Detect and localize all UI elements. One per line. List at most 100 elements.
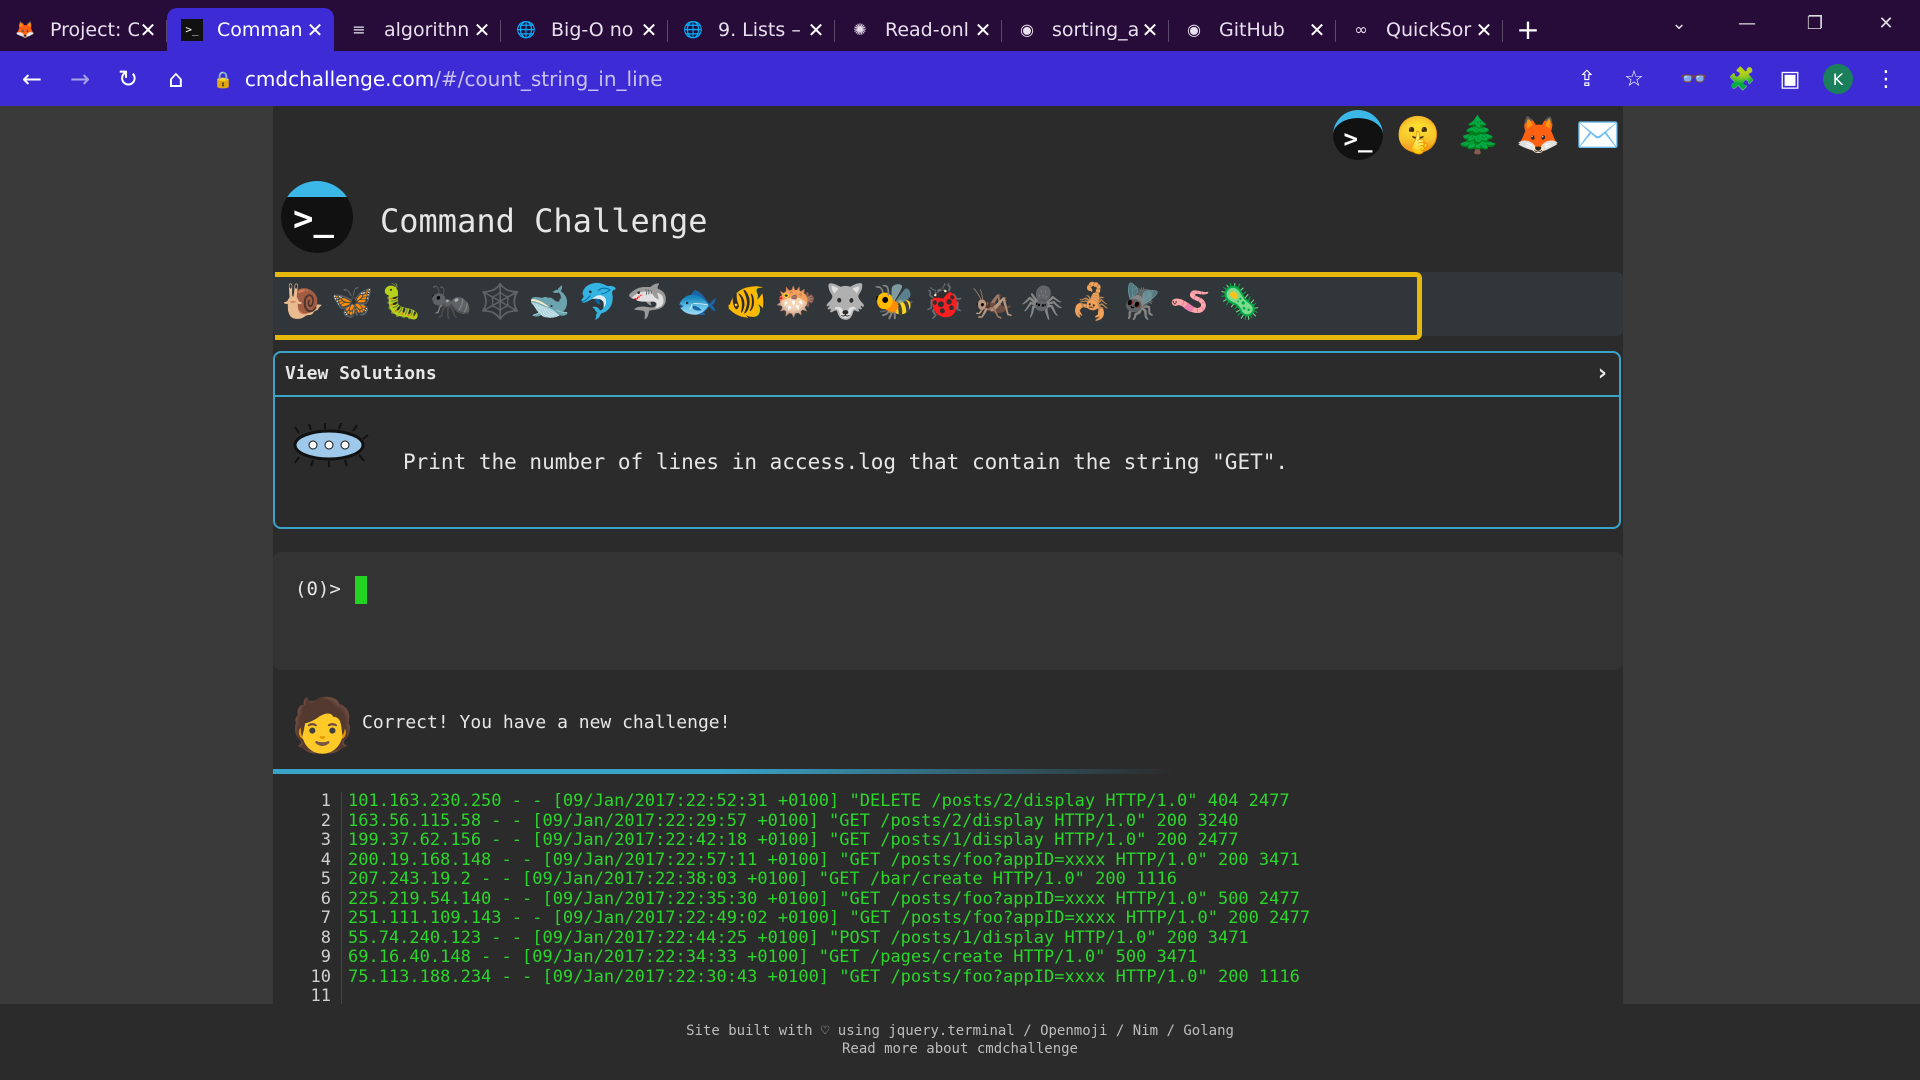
log-text: 101.163.230.250 - - [09/Jan/2017:22:52:3… (341, 791, 1290, 812)
restore-button[interactable]: ❐ (1781, 0, 1849, 46)
menu-kebab-icon[interactable]: ⋮ (1866, 59, 1906, 99)
url-bar[interactable]: 🔒 cmdchallenge.com/#/count_string_in_lin… (213, 59, 1673, 99)
terminal-logo-icon[interactable]: >_ (1333, 110, 1383, 160)
challenge-animal-icon[interactable]: 🦋 (330, 280, 374, 324)
line-number: 2 (320, 810, 331, 831)
tab-search-icon[interactable]: ⌄ (1645, 0, 1713, 46)
close-tab-icon[interactable]: ✕ (1308, 18, 1326, 42)
challenge-animal-icon[interactable]: 🐋 (528, 280, 572, 324)
site-logo[interactable]: >_ (281, 181, 353, 253)
log-line: 10 75.113.188.234 - - [09/Jan/2017:22:30:… (273, 966, 1623, 987)
challenge-animal-icon[interactable]: 🕷️ (1021, 280, 1065, 324)
line-number: 3 (320, 830, 331, 850)
social-links: >_ 🤫 🌲 🦊 ✉️ (1333, 110, 1623, 170)
footer-credits: Site built with ♡ using jquery.terminal … (686, 1023, 1234, 1039)
result-message: Correct! You have a new challenge! (362, 712, 731, 733)
microbe-icon (293, 423, 369, 467)
line-number: 1 (320, 791, 331, 811)
log-line: 9 69.16.40.148 - - [09/Jan/2017:22:34:33 … (273, 947, 1623, 968)
close-tab-icon[interactable]: ✕ (640, 18, 658, 42)
close-window-button[interactable]: ✕ (1852, 0, 1920, 46)
extension-icon[interactable]: 👓 (1674, 59, 1714, 99)
tab-title: Comman (217, 18, 303, 41)
page: >_ 🤫 🌲 🦊 ✉️ >_ Command Challenge 🐌 🦋 🐛 🐜 🕸️ 🐋… (0, 106, 1920, 1080)
close-tab-icon[interactable]: ✕ (807, 18, 825, 42)
close-tab-icon[interactable]: ✕ (1141, 18, 1159, 42)
profile-avatar[interactable]: K (1818, 59, 1858, 99)
challenge-animal-icon[interactable]: 🦠 (1218, 280, 1262, 324)
challenge-animal-icon[interactable]: 🐠 (725, 280, 769, 324)
result-divider (273, 769, 1173, 774)
tree-icon[interactable]: 🌲 (1453, 110, 1503, 160)
log-line: 7 251.111.109.143 - - [09/Jan/2017:22:49:… (273, 908, 1623, 929)
log-line: 2 163.56.115.58 - - [09/Jan/2017:22:29:57… (273, 810, 1623, 831)
site-footer: Site built with ♡ using jquery.terminal … (0, 1004, 1920, 1080)
shushing-face-icon[interactable]: 🤫 (1393, 110, 1443, 160)
challenge-animal-icon[interactable]: 🐜 (429, 280, 473, 324)
close-tab-icon[interactable]: ✕ (139, 18, 157, 42)
gitlab-fox-icon[interactable]: 🦊 (1513, 110, 1563, 160)
challenge-animal-icon[interactable]: 🦂 (1070, 280, 1114, 324)
access-log-output: 1 101.163.230.250 - - [09/Jan/2017:22:52:… (273, 791, 1623, 1007)
view-solutions-header[interactable]: View Solutions › (275, 353, 1619, 397)
tab-1[interactable]: >_ Comman ✕ (167, 8, 334, 51)
challenge-animal-icon[interactable]: 🪱 (1168, 280, 1212, 324)
challenge-panel: View Solutions › Print the number of lin… (273, 351, 1621, 529)
close-tab-icon[interactable]: ✕ (1475, 18, 1493, 42)
tab-title: Project: C (50, 18, 139, 41)
challenge-animal-icon[interactable]: 🐡 (774, 280, 818, 324)
challenge-animal-icon[interactable]: 🦈 (626, 280, 670, 324)
tab-7[interactable]: ◉ GitHub ✕ (1169, 8, 1336, 51)
tab-0[interactable]: 🦊 Project: C ✕ (0, 8, 167, 51)
challenge-animal-icon[interactable]: 🐌 (281, 280, 325, 324)
person-emoji-icon: 🧑 (290, 696, 355, 756)
side-panel-icon[interactable]: ▣ (1770, 59, 1810, 99)
close-tab-icon[interactable]: ✕ (306, 18, 324, 42)
challenge-animal-icon[interactable]: 🦗 (971, 280, 1015, 324)
challenge-animal-icon[interactable]: 🪰 (1119, 280, 1163, 324)
main-content: >_ 🤫 🌲 🦊 ✉️ >_ Command Challenge 🐌 🦋 🐛 🐜 🕸️ 🐋… (273, 106, 1623, 1007)
log-text: 200.19.168.148 - - [09/Jan/2017:22:57:11… (341, 850, 1300, 870)
log-line: 1 101.163.230.250 - - [09/Jan/2017:22:52:… (273, 791, 1623, 812)
mail-icon[interactable]: ✉️ (1573, 110, 1623, 160)
extensions-puzzle-icon[interactable]: 🧩 (1722, 59, 1762, 99)
tab-5[interactable]: ✺ Read-onl ✕ (835, 8, 1002, 51)
challenge-animal-icon[interactable]: 🐟 (675, 280, 719, 324)
github-icon: ◉ (1020, 20, 1034, 39)
minimize-button[interactable]: — (1713, 0, 1781, 46)
home-button[interactable]: ⌂ (152, 55, 200, 103)
challenge-animal-icon[interactable]: 🐝 (873, 280, 917, 324)
bookmark-star-icon[interactable]: ☆ (1614, 59, 1654, 99)
reload-button[interactable]: ↻ (104, 55, 152, 103)
tabs-container: 🦊 Project: C ✕ >_ Comman ✕ ≡ algorithn ✕ 🌐 Big-O n… (0, 8, 1503, 51)
tab-title: 9. Lists – (718, 18, 801, 41)
back-button[interactable]: ← (8, 55, 56, 103)
tab-8[interactable]: ∞ QuickSor ✕ (1336, 8, 1503, 51)
challenge-animal-icon[interactable]: 🐬 (577, 280, 621, 324)
globe-icon: 🌐 (516, 20, 536, 39)
line-number: 5 (320, 869, 331, 889)
log-text: 199.37.62.156 - - [09/Jan/2017:22:42:18 … (341, 830, 1238, 851)
site-title: Command Challenge (380, 202, 708, 240)
forward-button[interactable]: → (56, 55, 104, 103)
close-tab-icon[interactable]: ✕ (974, 18, 992, 42)
challenge-animal-icon[interactable]: 🕸️ (478, 280, 522, 324)
tab-2[interactable]: ≡ algorithn ✕ (334, 8, 501, 51)
line-number: 4 (320, 849, 331, 870)
challenge-animal-icon[interactable]: 🐞 (922, 280, 966, 324)
challenge-animal-icon[interactable]: 🐛 (380, 280, 424, 324)
log-line: 5 207.243.19.2 - - [09/Jan/2017:22:38:03 … (273, 869, 1623, 890)
challenge-animal-icon[interactable]: 🐺 (823, 280, 867, 324)
openai-icon: ✺ (853, 20, 867, 39)
tab-3[interactable]: 🌐 Big-O no ✕ (501, 8, 668, 51)
tab-4[interactable]: 🌐 9. Lists – ✕ (668, 8, 835, 51)
new-tab-button[interactable]: + (1503, 8, 1553, 51)
terminal-input[interactable]: (0)> (273, 552, 1623, 670)
terminal-prompt: (0)> (295, 578, 341, 600)
footer-readmore-link[interactable]: Read more about cmdchallenge (0, 1040, 1920, 1058)
line-number: 10 (310, 966, 331, 987)
log-line: 4 200.19.168.148 - - [09/Jan/2017:22:57:1… (273, 849, 1623, 870)
close-tab-icon[interactable]: ✕ (473, 18, 491, 42)
share-icon[interactable]: ⇪ (1567, 59, 1607, 99)
tab-6[interactable]: ◉ sorting_a ✕ (1002, 8, 1169, 51)
